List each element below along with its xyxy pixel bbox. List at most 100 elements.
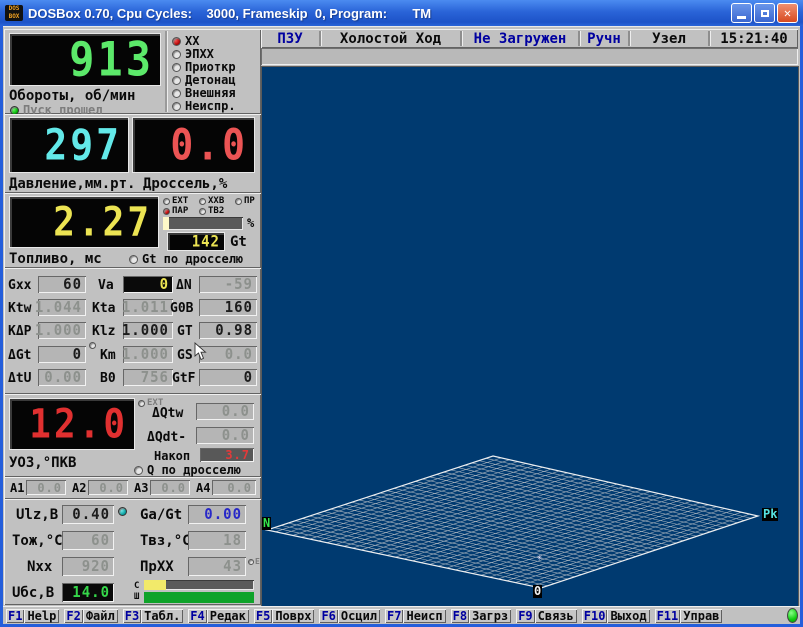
percent-bar-fill: [163, 217, 169, 230]
fkey-f3[interactable]: F3Табл.: [123, 609, 184, 623]
menu-item-notloaded[interactable]: Не Загружен: [462, 31, 578, 47]
gagt-label: Ga/Gt: [140, 507, 182, 523]
fkey-f9[interactable]: F9Связь: [516, 609, 577, 623]
fkey-action: Help: [24, 609, 59, 623]
param-value: 0: [73, 346, 82, 363]
fuel-radio-xxb[interactable]: ХХВ: [199, 196, 224, 206]
param-value: 0: [160, 276, 169, 293]
menu-item-uzel[interactable]: Узел: [630, 31, 708, 47]
fuel-radio-ext[interactable]: ЕХТ: [163, 196, 188, 206]
fuel-radio-label: ЕХТ: [172, 196, 188, 206]
fkey-action: Неисп: [403, 609, 445, 623]
fkey-label: F10: [582, 609, 608, 623]
fkey-f2[interactable]: F2Файл: [64, 609, 117, 623]
fkey-f11[interactable]: F11Управ: [655, 609, 723, 623]
nakop-field: 3.7: [200, 448, 254, 462]
dqdt-value: 0.0: [222, 427, 250, 444]
radio-icon: [172, 37, 181, 46]
fkey-f8[interactable]: F8Загрз: [451, 609, 512, 623]
menu-item-ruchn[interactable]: Ручн: [580, 31, 628, 47]
fuel-label: Топливо, мс: [9, 251, 102, 267]
mode-radio-neispr[interactable]: Неиспр.: [172, 99, 236, 113]
mode-radio-xx[interactable]: ХХ: [172, 34, 199, 48]
menu-item-pzu[interactable]: ПЗУ: [261, 31, 319, 47]
a4-label: A4: [196, 481, 210, 495]
fkey-f7[interactable]: F7Неисп: [385, 609, 446, 623]
param-field: 1.000: [38, 322, 86, 339]
param-label: Gxx: [8, 278, 31, 293]
mode-radio-priotkr[interactable]: Приоткр: [172, 60, 236, 74]
param-field: 0: [123, 276, 173, 293]
param-label: ΔGt: [8, 348, 31, 363]
q-throttle-radio-label: Q по дросселю: [147, 463, 241, 477]
maximize-button[interactable]: [754, 3, 775, 23]
radio-icon: [172, 50, 181, 59]
param-label: Kta: [92, 301, 115, 316]
param-label: GtF: [172, 371, 195, 386]
dqtw-field: 0.0: [196, 403, 254, 420]
fkey-label: F4: [188, 609, 206, 623]
param-field: 1.000: [123, 322, 173, 339]
param-field: 756: [123, 369, 173, 386]
e-radio-label: Е: [255, 557, 260, 566]
ulz-led-icon: [118, 507, 127, 516]
q-throttle-radio[interactable]: Q по дросселю: [134, 463, 241, 477]
param-field: 0: [38, 346, 86, 363]
e-radio[interactable]: Е: [248, 557, 260, 566]
fkey-action: Связь: [535, 609, 577, 623]
menu-bar: ПЗУ Холостой Ход Не Загружен Ручн Узел 1…: [261, 29, 798, 48]
nxx-label: Nxx: [27, 559, 52, 575]
mode-radio-epxx[interactable]: ЭПХХ: [172, 47, 214, 61]
mouse-cursor: [194, 342, 207, 361]
fuel-radio-tv2[interactable]: ТВ2: [199, 206, 224, 216]
param-label: KΔP: [8, 324, 31, 339]
a2-field: 0.0: [88, 480, 128, 495]
param-value: 756: [141, 369, 169, 386]
fkey-label: F9: [516, 609, 534, 623]
measurements-section: Ulz,B 0.40 Ga/Gt 0.00 Тож,°С 60 Твз,°С 1…: [4, 499, 261, 605]
param-field: 0.00: [38, 369, 86, 386]
tozh-value: 60: [91, 532, 110, 549]
ulz-value: 0.40: [72, 506, 110, 523]
fkey-f5[interactable]: F5Поврх: [254, 609, 315, 623]
throttle-display: 0.0: [132, 117, 255, 173]
rpm-section: 913 Обороты, об/мин Пуск прошел ХХ ЭПХХ …: [4, 29, 261, 114]
minimize-button[interactable]: [731, 3, 752, 23]
param-value: -59: [225, 276, 253, 293]
rpm-value: 913: [69, 33, 160, 86]
fkey-action: Загрз: [469, 609, 511, 623]
close-button[interactable]: ✕: [777, 3, 798, 23]
fkey-label: F8: [451, 609, 469, 623]
param-field: 60: [38, 276, 86, 293]
fkey-f6[interactable]: F6Осцил: [319, 609, 380, 623]
rpm-label: Обороты, об/мин: [9, 88, 135, 104]
fuel-radio-pr[interactable]: ПР: [235, 196, 255, 206]
status-strip: [261, 48, 798, 65]
fuel-radio-par[interactable]: ПАР: [163, 206, 188, 216]
mode-radio-vneshnyaya[interactable]: Внешняя: [172, 86, 236, 100]
mode-radio-detonac[interactable]: Детонац: [172, 73, 236, 87]
bar-c: [144, 580, 254, 590]
menu-item-idle[interactable]: Холостой Ход: [321, 31, 460, 47]
dgt-radio-icon[interactable]: [89, 342, 96, 349]
fkey-f1[interactable]: F1Help: [6, 609, 59, 623]
param-label: Klz: [92, 324, 115, 339]
param-label: G0B: [170, 301, 193, 316]
fkey-action: Осцил: [338, 609, 380, 623]
ulz-field: 0.40: [62, 505, 114, 524]
title-bar[interactable]: DOSBOX DOSBox 0.70, Cpu Cycles: 3000, Fr…: [0, 0, 803, 26]
tvz-field: 18: [188, 531, 246, 550]
gt-throttle-radio[interactable]: Gt по дросселю: [129, 252, 243, 266]
surface-mesh: [262, 67, 800, 609]
fkey-f4[interactable]: F4Редак: [188, 609, 249, 623]
param-label: B0: [100, 371, 116, 386]
surface-plot-area[interactable]: N Pk 0 ✳: [261, 66, 799, 608]
fuel-radio-label: ТВ2: [208, 206, 224, 216]
bar-c-fill: [144, 580, 166, 590]
radio-icon: [172, 76, 181, 85]
percent-bar: [163, 217, 243, 230]
program-area: 913 Обороты, об/мин Пуск прошел ХХ ЭПХХ …: [3, 26, 800, 624]
fkey-f10[interactable]: F10Выход: [582, 609, 650, 623]
percent-label: %: [247, 216, 254, 230]
fkey-action: Поврх: [272, 609, 314, 623]
